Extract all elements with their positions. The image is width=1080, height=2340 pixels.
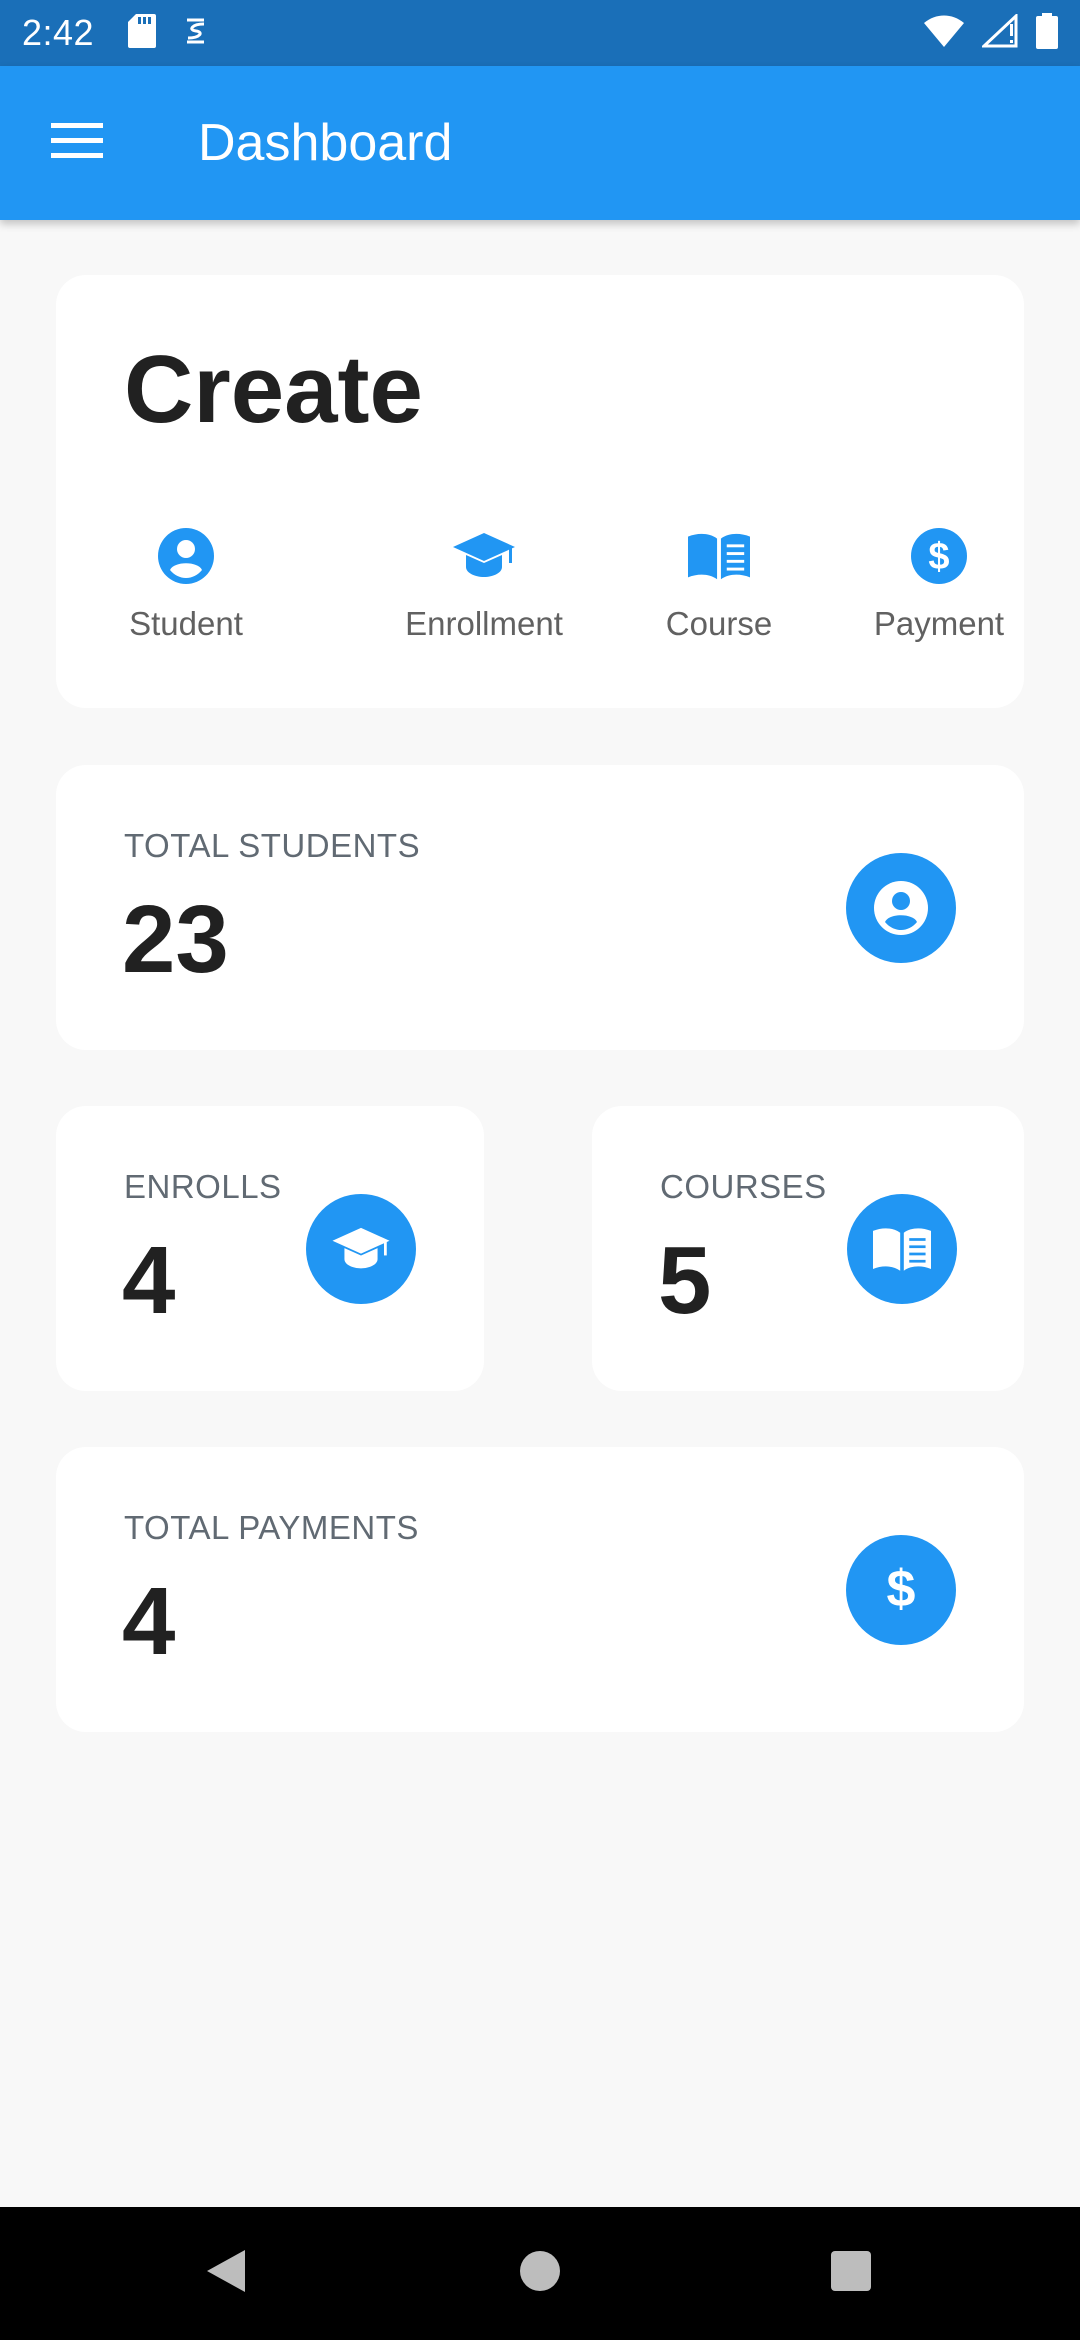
graduation-cap-icon <box>306 1194 416 1304</box>
enrolls-value: 4 <box>122 1227 176 1334</box>
total-payments-label: TOTAL PAYMENTS <box>124 1509 419 1546</box>
sync-icon <box>182 14 210 53</box>
create-student-button[interactable]: Student <box>76 525 296 695</box>
graduation-cap-icon <box>453 525 515 587</box>
total-students-label: TOTAL STUDENTS <box>124 827 421 864</box>
svg-text:$: $ <box>887 1562 916 1618</box>
book-open-icon <box>847 1194 957 1304</box>
create-enrollment-button[interactable]: Enrollment <box>374 525 594 695</box>
back-icon <box>205 2248 247 2299</box>
create-course-label: Course <box>665 605 773 642</box>
create-actions: Student Enrollment Course $ Payment <box>56 525 1024 695</box>
total-students-card[interactable]: TOTAL STUDENTS 23 <box>56 765 1024 1050</box>
total-payments-value: 4 <box>122 1568 176 1675</box>
create-student-label: Student <box>129 605 243 642</box>
battery-icon <box>1036 12 1058 54</box>
svg-text:$: $ <box>928 536 949 578</box>
recents-icon <box>830 2250 872 2297</box>
total-students-value: 23 <box>122 886 229 993</box>
recents-button[interactable] <box>781 2207 921 2340</box>
status-bar: 2:42 <box>0 0 1080 66</box>
create-payment-label: Payment <box>873 605 1005 642</box>
account-circle-icon <box>155 525 217 587</box>
create-title: Create <box>124 336 423 443</box>
back-button[interactable] <box>156 2207 296 2340</box>
home-icon <box>519 2250 561 2297</box>
dollar-circle-icon: $ <box>908 525 970 587</box>
create-enrollment-label: Enrollment <box>405 605 563 642</box>
dollar-icon: $ <box>846 1535 956 1645</box>
cell-signal-icon <box>980 12 1018 53</box>
menu-button[interactable] <box>38 104 116 182</box>
sd-card-icon <box>128 13 157 53</box>
create-card: Create Student Enrollment Course $ Payme… <box>56 275 1024 708</box>
system-nav-bar <box>0 2207 1080 2340</box>
account-circle-icon <box>846 853 956 963</box>
courses-value: 5 <box>658 1227 712 1334</box>
courses-card[interactable]: COURSES 5 <box>592 1106 1024 1391</box>
enrolls-label: ENROLLS <box>124 1168 282 1205</box>
app-bar: Dashboard <box>0 66 1080 220</box>
total-payments-card[interactable]: TOTAL PAYMENTS 4 $ <box>56 1447 1024 1732</box>
create-course-button[interactable]: Course <box>609 525 829 695</box>
courses-label: COURSES <box>660 1168 827 1205</box>
status-time: 2:42 <box>22 12 95 53</box>
enrolls-card[interactable]: ENROLLS 4 <box>56 1106 484 1391</box>
create-payment-button[interactable]: $ Payment <box>829 525 1049 695</box>
page-title: Dashboard <box>198 114 453 172</box>
home-button[interactable] <box>470 2207 610 2340</box>
wifi-icon <box>924 15 964 52</box>
menu-icon <box>51 122 103 164</box>
book-open-icon <box>688 525 750 587</box>
